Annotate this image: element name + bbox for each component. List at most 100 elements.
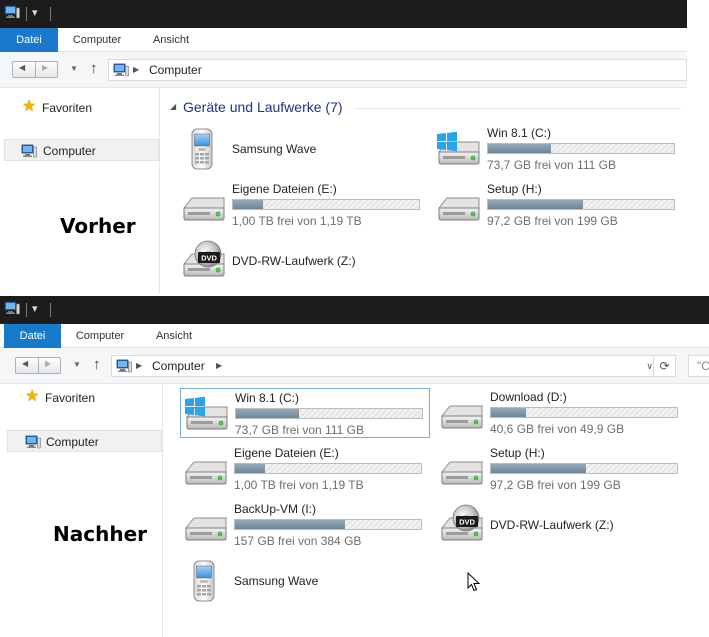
drive-tile[interactable]: Eigene Dateien (E:) 1,00 TB frei von 1,1… [178,180,428,230]
free-space-text: 73,7 GB frei von 111 GB [487,158,616,172]
drive-tile[interactable]: Win 8.1 (C:) 73,7 GB frei von 111 GB [433,124,683,174]
usage-bar [487,199,675,210]
computer-icon[interactable] [4,301,20,315]
before-label: Vorher [60,214,136,238]
drive-name: Win 8.1 (C:) [487,126,552,140]
usage-bar [487,143,675,154]
drive-name: Samsung Wave [234,574,319,588]
sidebar-item-label: Favoriten [45,391,96,405]
forward-arrow-icon[interactable]: ▶ [42,63,48,72]
title-bar: ▾ [0,0,687,28]
mouse-cursor-icon [467,572,481,592]
explorer-window-before: ▾ Datei Computer Ansicht ◀ ▶ ▼ ↑ ▶ Compu… [0,0,687,294]
address-location: Computer [149,63,202,77]
usage-bar [234,463,422,474]
windows-drive-icon [183,393,231,435]
drive-name: Win 8.1 (C:) [235,391,300,405]
ribbon-tabs: Datei Computer Ansicht [0,324,709,348]
drive-tile[interactable]: Eigene Dateien (E:) 1,00 TB frei von 1,1… [180,444,430,494]
navigation-bar: ◀ ▶ ▼ ↑ ▶ Computer ▶ ∨ ⟳ "C [0,348,709,384]
recent-locations-icon[interactable]: ▼ [70,64,78,73]
drive-tile[interactable]: Samsung Wave [180,556,430,606]
tab-ansicht[interactable]: Ansicht [139,324,209,348]
free-space-text: 1,00 TB frei von 1,19 TB [234,478,364,492]
drive-tile[interactable]: Samsung Wave [178,124,428,174]
tab-ansicht[interactable]: Ansicht [136,28,206,52]
free-space-text: 97,2 GB frei von 199 GB [490,478,621,492]
ribbon-tabs: Datei Computer Ansicht [0,28,687,52]
hard-drive-icon [435,184,483,226]
sidebar-item-label: Favoriten [42,101,93,115]
drive-tile[interactable]: Download (D:) 40,6 GB frei von 49,9 GB [436,388,686,438]
computer-icon[interactable] [4,5,20,19]
drive-tile[interactable]: DVD-RW-Laufwerk (Z:) [178,236,428,286]
tab-datei[interactable]: Datei [4,324,61,348]
usage-bar [232,199,420,210]
chevron-right-icon[interactable]: ▶ [136,361,142,370]
usage-bar [490,463,678,474]
collapse-caret-icon[interactable]: ◢ [170,102,176,111]
usage-bar [235,408,423,419]
windows-drive-icon [435,128,483,170]
address-bar[interactable]: ▶ Computer ▶ ∨ ⟳ [111,355,676,377]
navigation-pane: ★ Favoriten Computer [0,384,163,637]
sidebar-item-label: Computer [43,144,96,158]
drive-tile[interactable]: Setup (H:) 97,2 GB frei von 199 GB [433,180,683,230]
sidebar-item-favorites[interactable]: ★ Favoriten [25,387,155,409]
drive-name: Setup (H:) [490,446,545,460]
tab-computer[interactable]: Computer [58,28,136,52]
address-dropdown-icon[interactable]: ∨ [646,361,653,372]
sidebar-item-favorites[interactable]: ★ Favoriten [22,97,152,119]
navigation-pane: ★ Favoriten Computer [0,88,160,294]
tab-computer[interactable]: Computer [61,324,139,348]
back-arrow-icon[interactable]: ◀ [19,63,25,72]
back-forward-buttons: ◀ ▶ [12,61,58,78]
forward-arrow-icon[interactable]: ▶ [45,359,51,368]
star-icon: ★ [22,98,37,115]
drive-name: Eigene Dateien (E:) [232,182,337,196]
star-icon: ★ [25,388,40,405]
chevron-down-icon[interactable]: ▾ [32,7,38,19]
refresh-icon[interactable]: ⟳ [653,356,675,376]
free-space-text: 1,00 TB frei von 1,19 TB [232,214,362,228]
group-header[interactable]: Geräte und Laufwerke (7) [183,99,343,115]
search-input[interactable]: "C [688,355,709,377]
computer-icon [25,435,41,449]
free-space-text: 157 GB frei von 384 GB [234,534,362,548]
sidebar-item-computer[interactable]: Computer [4,139,159,161]
drive-name: DVD-RW-Laufwerk (Z:) [490,518,614,532]
drive-tile-selected[interactable]: Win 8.1 (C:) 73,7 GB frei von 111 GB [180,388,430,438]
explorer-window-after: ▾ Datei Computer Ansicht ◀ ▶ ▼ ↑ ▶ Compu… [0,296,709,637]
free-space-text: 73,7 GB frei von 111 GB [235,423,364,437]
hard-drive-icon [438,392,486,434]
phone-icon [182,560,230,602]
chevron-down-icon[interactable]: ▾ [32,303,38,315]
sidebar-item-computer[interactable]: Computer [7,430,162,452]
tab-datei[interactable]: Datei [0,28,58,52]
computer-icon [113,63,129,77]
chevron-right-icon[interactable]: ▶ [133,65,139,74]
drive-tile[interactable]: DVD-RW-Laufwerk (Z:) [436,500,686,550]
recent-locations-icon[interactable]: ▼ [73,360,81,369]
address-bar[interactable]: ▶ Computer [108,59,687,81]
hard-drive-icon [438,448,486,490]
drive-name: BackUp-VM (I:) [234,502,317,516]
back-arrow-icon[interactable]: ◀ [22,359,28,368]
dvd-drive-icon [438,504,486,546]
up-arrow-icon[interactable]: ↑ [90,60,98,77]
group-divider [356,108,681,109]
computer-icon [21,144,37,158]
after-label: Nachher [53,522,147,546]
chevron-right-icon[interactable]: ▶ [216,361,222,370]
drive-name: Eigene Dateien (E:) [234,446,339,460]
free-space-text: 40,6 GB frei von 49,9 GB [490,422,625,436]
up-arrow-icon[interactable]: ↑ [93,356,101,373]
drive-tile[interactable]: Setup (H:) 97,2 GB frei von 199 GB [436,444,686,494]
separator [26,303,27,317]
hard-drive-icon [182,448,230,490]
sidebar-item-label: Computer [46,435,99,449]
drive-name: Samsung Wave [232,142,317,156]
separator [50,303,51,317]
hard-drive-icon [180,184,228,226]
drive-tile[interactable]: BackUp-VM (I:) 157 GB frei von 384 GB [180,500,430,550]
